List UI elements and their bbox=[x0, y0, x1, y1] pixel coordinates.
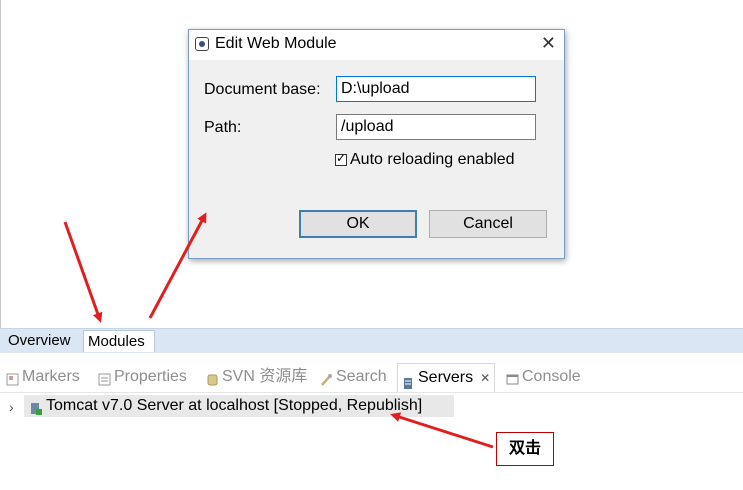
tab-console-label: Console bbox=[522, 368, 581, 385]
dialog-titlebar: Edit Web Module ✕ bbox=[189, 30, 564, 60]
expand-chevron-icon[interactable]: › bbox=[9, 396, 14, 418]
servers-icon bbox=[402, 372, 415, 389]
ok-button[interactable]: OK bbox=[299, 210, 417, 238]
properties-icon bbox=[98, 371, 111, 385]
tab-properties-label: Properties bbox=[114, 368, 187, 385]
tab-svn-label: SVN 资源库 bbox=[222, 368, 308, 385]
auto-reload-label: Auto reloading enabled bbox=[350, 151, 515, 168]
tab-properties[interactable]: Properties bbox=[98, 366, 187, 388]
eclipse-app-icon bbox=[195, 37, 209, 51]
tab-markers-label: Markers bbox=[22, 368, 80, 385]
views-tab-bar: Markers Properties SVN 资源库 Search Server… bbox=[0, 360, 743, 393]
tab-overview[interactable]: Overview bbox=[4, 330, 82, 352]
document-base-label: Document base: bbox=[204, 81, 321, 98]
path-label: Path: bbox=[204, 119, 242, 136]
tomcat-server-icon bbox=[29, 400, 42, 415]
close-icon[interactable]: ✕ bbox=[541, 33, 556, 54]
tab-markers[interactable]: Markers bbox=[6, 366, 80, 388]
console-icon bbox=[506, 371, 519, 384]
search-icon bbox=[320, 371, 333, 386]
tab-modules[interactable]: Modules bbox=[83, 330, 155, 352]
tab-search-label: Search bbox=[336, 368, 387, 385]
tab-svn[interactable]: SVN 资源库 bbox=[206, 366, 307, 388]
arrow-to-server-row bbox=[390, 412, 494, 449]
double-click-callout: 双击 bbox=[496, 432, 554, 466]
dialog-title: Edit Web Module bbox=[215, 35, 337, 52]
editor-page-tabs: Overview Modules bbox=[0, 328, 743, 353]
tab-search[interactable]: Search bbox=[320, 366, 387, 388]
server-label: Tomcat v7.0 Server at localhost [Stopped… bbox=[46, 397, 423, 414]
path-input[interactable]: /upload bbox=[336, 114, 536, 140]
svn-icon bbox=[206, 371, 219, 385]
server-tomcat-row[interactable]: Tomcat v7.0 Server at localhost [Stopped… bbox=[24, 395, 454, 417]
markers-icon bbox=[6, 371, 19, 385]
tab-servers-label: Servers bbox=[418, 369, 474, 386]
auto-reload-checkbox-row[interactable]: Auto reloading enabled bbox=[335, 151, 515, 169]
auto-reload-checkbox[interactable] bbox=[335, 151, 347, 166]
tab-servers-close-icon[interactable]: ✕ bbox=[480, 364, 490, 392]
tab-console[interactable]: Console bbox=[506, 366, 581, 388]
tab-servers[interactable]: Servers ✕ bbox=[397, 363, 496, 392]
document-base-input[interactable]: D:\upload bbox=[336, 76, 536, 102]
cancel-button[interactable]: Cancel bbox=[429, 210, 547, 238]
editor-left-border bbox=[0, 0, 1, 328]
edit-web-module-dialog: Edit Web Module ✕ Document base: D:\uplo… bbox=[188, 29, 565, 259]
